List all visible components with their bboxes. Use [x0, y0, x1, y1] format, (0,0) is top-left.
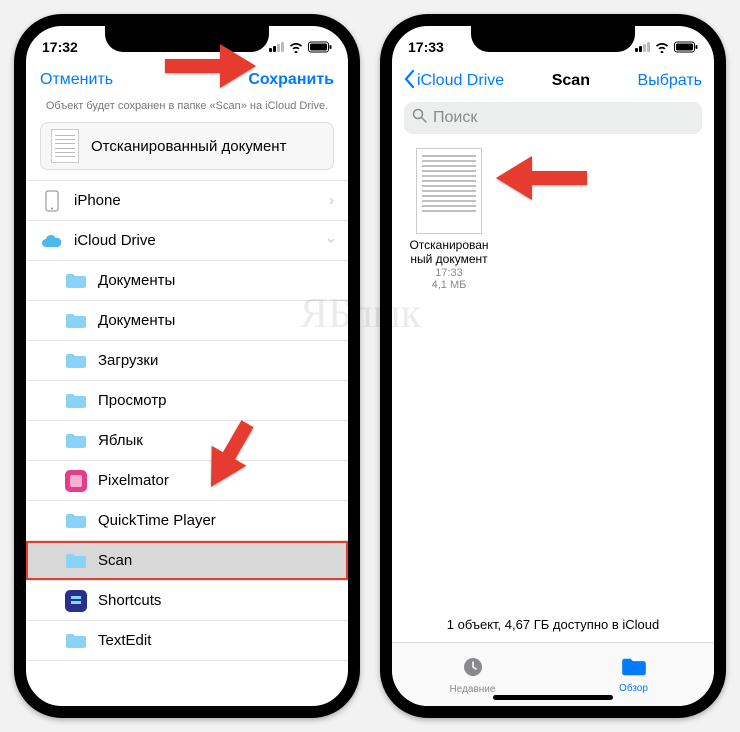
row-label: Документы	[98, 272, 175, 289]
cell-signal-icon	[269, 42, 284, 52]
shortcuts-icon	[64, 589, 88, 613]
pixelmator-icon	[64, 469, 88, 493]
row-label: Shortcuts	[98, 592, 161, 609]
folder-icon	[64, 549, 88, 573]
file-time: 17:33	[404, 267, 494, 279]
wifi-icon	[654, 41, 670, 53]
back-button[interactable]: iCloud Drive	[404, 70, 504, 93]
annotation-arrow	[160, 40, 260, 92]
save-button[interactable]: Сохранить	[248, 71, 334, 89]
row-label: TextEdit	[98, 632, 151, 649]
battery-icon	[308, 41, 332, 53]
row-label: Просмотр	[98, 392, 167, 409]
phone-files-app: 17:33 iCloud Drive Scan Выбрать Поиск От…	[380, 14, 726, 718]
row-label: Загрузки	[98, 352, 158, 369]
file-item[interactable]: Отсканированный документ 17:33 4,1 МБ	[404, 148, 494, 291]
iphone-icon	[40, 189, 64, 213]
chevron-left-icon	[404, 70, 415, 93]
folder-row[interactable]: QuickTime Player	[26, 501, 348, 541]
select-button[interactable]: Выбрать	[638, 72, 702, 90]
folder-row[interactable]: TextEdit	[26, 621, 348, 661]
search-icon	[412, 108, 427, 128]
row-label: iPhone	[74, 192, 121, 209]
tab-label: Недавние	[450, 684, 496, 695]
folder-row[interactable]: Документы	[26, 261, 348, 301]
folder-icon	[64, 309, 88, 333]
wifi-icon	[288, 41, 304, 53]
chevron-down-icon: ›	[323, 238, 340, 243]
status-time: 17:32	[42, 39, 78, 55]
cell-signal-icon	[635, 42, 650, 52]
battery-icon	[674, 41, 698, 53]
folder-row[interactable]: Яблык	[26, 421, 348, 461]
status-time: 17:33	[408, 39, 444, 55]
notch	[471, 24, 635, 52]
row-label: Яблык	[98, 432, 143, 449]
folder-icon	[621, 656, 647, 681]
tab-label: Обзор	[619, 683, 648, 694]
icloud-icon	[40, 229, 64, 253]
annotation-arrow	[190, 404, 270, 504]
folder-row-scan[interactable]: Scan	[26, 541, 348, 581]
folder-icon	[64, 349, 88, 373]
phone-save-dialog: 17:32 Отменить Сохранить Объект будет со…	[14, 14, 360, 718]
folder-icon	[64, 389, 88, 413]
page-title: Scan	[552, 72, 590, 90]
folder-row[interactable]: Загрузки	[26, 341, 348, 381]
nav-bar: iCloud Drive Scan Выбрать	[392, 62, 714, 100]
folder-row[interactable]: Документы	[26, 301, 348, 341]
chevron-right-icon: ›	[329, 192, 334, 209]
doc-thumb-icon	[51, 129, 79, 163]
filename-input[interactable]	[89, 137, 323, 156]
location-iphone[interactable]: iPhone ›	[26, 181, 348, 221]
folder-row[interactable]: Shortcuts	[26, 581, 348, 621]
folder-icon	[64, 509, 88, 533]
file-name: Отсканированный документ	[404, 238, 494, 267]
folder-icon	[64, 429, 88, 453]
row-label: QuickTime Player	[98, 512, 216, 529]
back-label: iCloud Drive	[417, 72, 504, 90]
filename-box[interactable]	[40, 122, 334, 170]
row-label: iCloud Drive	[74, 232, 156, 249]
folder-row[interactable]: Pixelmator	[26, 461, 348, 501]
file-size: 4,1 МБ	[404, 279, 494, 291]
folder-row[interactable]: Просмотр	[26, 381, 348, 421]
annotation-arrow	[492, 152, 592, 204]
storage-footer: 1 объект, 4,67 ГБ доступно в iCloud	[392, 611, 714, 638]
home-indicator[interactable]	[493, 695, 613, 700]
location-icloud[interactable]: iCloud Drive ›	[26, 221, 348, 261]
row-label: Pixelmator	[98, 472, 169, 489]
save-subtitle: Объект будет сохранен в папке «Scan» на …	[26, 98, 348, 118]
folder-icon	[64, 629, 88, 653]
doc-thumb-icon	[416, 148, 482, 234]
clock-icon	[461, 655, 485, 682]
row-label: Документы	[98, 312, 175, 329]
folder-icon	[64, 269, 88, 293]
search-placeholder: Поиск	[433, 109, 477, 127]
cancel-button[interactable]: Отменить	[40, 71, 113, 89]
location-list: iPhone › iCloud Drive › Документы Докуме…	[26, 180, 348, 661]
search-input[interactable]: Поиск	[404, 102, 702, 134]
row-label: Scan	[98, 552, 132, 569]
